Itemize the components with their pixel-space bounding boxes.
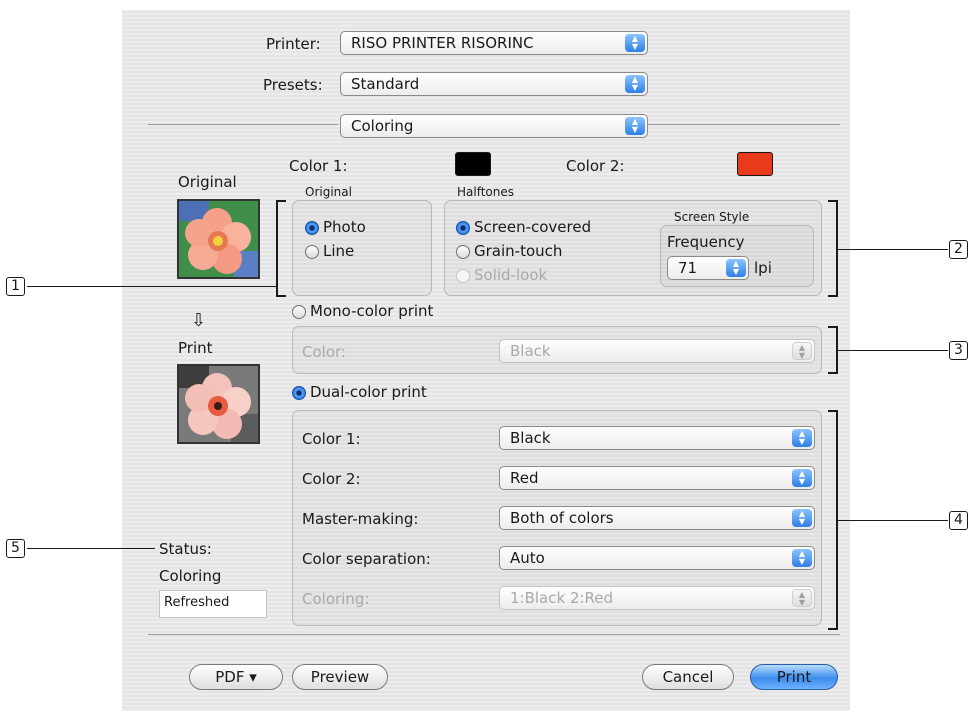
print-dialog: Printer: RISO PRINTER RISORINC ▲ ▼ Preset… (122, 10, 850, 711)
frequency-label: Frequency (667, 233, 745, 251)
callout-5: 5 (6, 539, 25, 558)
color-separation-value: Auto (510, 549, 545, 567)
dual-color-radio[interactable] (292, 386, 306, 400)
separator-left (148, 124, 338, 125)
popup-arrows-icon: ▲ ▼ (792, 549, 812, 567)
frequency-popup[interactable]: 71 ▲ ▼ (667, 256, 749, 280)
solid-look-label[interactable]: Solid-look (474, 266, 547, 284)
master-making-value: Both of colors (510, 509, 614, 527)
mono-color-popup[interactable]: Black ▲ ▼ (499, 339, 815, 363)
color1-swatch (455, 152, 491, 176)
popup-arrows-icon: ▲ ▼ (792, 429, 812, 447)
halftones-group-title: Halftones (457, 185, 515, 199)
print-button[interactable]: Print (750, 664, 838, 690)
callout-3: 3 (949, 341, 968, 360)
callout-2-line (838, 249, 948, 250)
coloring-label: Coloring: (302, 590, 370, 608)
cancel-button[interactable]: Cancel (642, 664, 734, 690)
color-separation-label: Color separation: (302, 550, 431, 568)
callout-4-line (838, 520, 948, 521)
mono-color-radio[interactable] (292, 305, 306, 319)
master-making-label: Master-making: (302, 510, 419, 528)
dual-color-radio-label[interactable]: Dual-color print (310, 383, 427, 401)
original-group-title: Original (305, 185, 352, 199)
mono-color-label: Color: (302, 343, 346, 361)
screen-covered-label[interactable]: Screen-covered (474, 218, 591, 236)
status-subtitle: Coloring (159, 567, 222, 585)
popup-arrows-icon: ▲ ▼ (625, 117, 645, 135)
print-preview-label: Print (178, 339, 213, 357)
popup-arrows-icon: ▲ ▼ (792, 469, 812, 487)
pdf-button[interactable]: PDF ▾ (189, 664, 283, 690)
popup-arrows-icon: ▲ ▼ (792, 589, 812, 607)
line-radio[interactable] (305, 245, 319, 259)
callout-1: 1 (6, 277, 25, 296)
presets-label: Presets: (263, 76, 323, 94)
master-making-popup[interactable]: Both of colors ▲ ▼ (499, 506, 815, 530)
color-separation-popup[interactable]: Auto ▲ ▼ (499, 546, 815, 570)
color2-header-label: Color 2: (566, 157, 625, 175)
panel-popup-value: Coloring (351, 117, 414, 135)
callout-4: 4 (949, 511, 968, 530)
color1-header-label: Color 1: (289, 157, 348, 175)
dual-color2-popup[interactable]: Red ▲ ▼ (499, 466, 815, 490)
dual-color2-label: Color 2: (302, 470, 361, 488)
printer-popup[interactable]: RISO PRINTER RISORINC ▲ ▼ (340, 31, 648, 55)
grain-touch-label[interactable]: Grain-touch (474, 242, 562, 260)
callout-5-line (27, 548, 155, 549)
frequency-unit: lpi (754, 259, 772, 277)
popup-arrows-icon: ▲ ▼ (792, 342, 812, 360)
printer-popup-value: RISO PRINTER RISORINC (351, 34, 534, 52)
status-field: Refreshed (159, 590, 267, 618)
presets-popup-value: Standard (351, 75, 420, 93)
dual-color1-value: Black (510, 429, 551, 447)
original-preview-label: Original (178, 173, 237, 191)
grain-touch-radio[interactable] (456, 245, 470, 259)
mono-color-value: Black (510, 342, 551, 360)
dual-color1-popup[interactable]: Black ▲ ▼ (499, 426, 815, 450)
screen-style-title: Screen Style (674, 210, 750, 224)
dual-color1-label: Color 1: (302, 430, 361, 448)
popup-arrows-icon: ▲ ▼ (625, 75, 645, 93)
dual-color2-value: Red (510, 469, 539, 487)
line-radio-label[interactable]: Line (323, 242, 354, 260)
screen-covered-radio[interactable] (456, 221, 470, 235)
solid-look-radio[interactable] (456, 269, 470, 283)
color2-swatch (737, 152, 773, 176)
photo-radio-label[interactable]: Photo (323, 218, 366, 236)
callout-1-line (27, 286, 277, 287)
preview-button[interactable]: Preview (292, 664, 388, 690)
mono-color-radio-label[interactable]: Mono-color print (310, 302, 433, 320)
printer-label: Printer: (266, 35, 321, 53)
popup-arrows-icon: ▲ ▼ (625, 34, 645, 52)
callout-1-bracket (276, 200, 286, 297)
frequency-value: 71 (678, 259, 698, 277)
popup-arrows-icon: ▲ ▼ (726, 259, 746, 277)
print-preview-image (177, 364, 260, 444)
coloring-popup[interactable]: 1:Black 2:Red ▲ ▼ (499, 586, 815, 610)
popup-arrows-icon: ▲ ▼ (792, 509, 812, 527)
presets-popup[interactable]: Standard ▲ ▼ (340, 72, 648, 96)
down-arrow-icon: ⇩ (191, 310, 207, 331)
panel-popup[interactable]: Coloring ▲ ▼ (340, 114, 648, 138)
coloring-value: 1:Black 2:Red (510, 589, 614, 607)
callout-3-line (838, 350, 948, 351)
separator-right (648, 124, 840, 125)
separator-bottom (148, 634, 840, 635)
callout-2: 2 (949, 240, 968, 259)
status-value: Refreshed (164, 595, 230, 610)
callout-3-bracket (828, 326, 838, 374)
original-preview-image (177, 199, 260, 279)
callout-2-bracket (828, 200, 838, 297)
photo-radio[interactable] (305, 221, 319, 235)
status-title: Status: (159, 540, 212, 558)
callout-4-bracket (828, 410, 838, 630)
